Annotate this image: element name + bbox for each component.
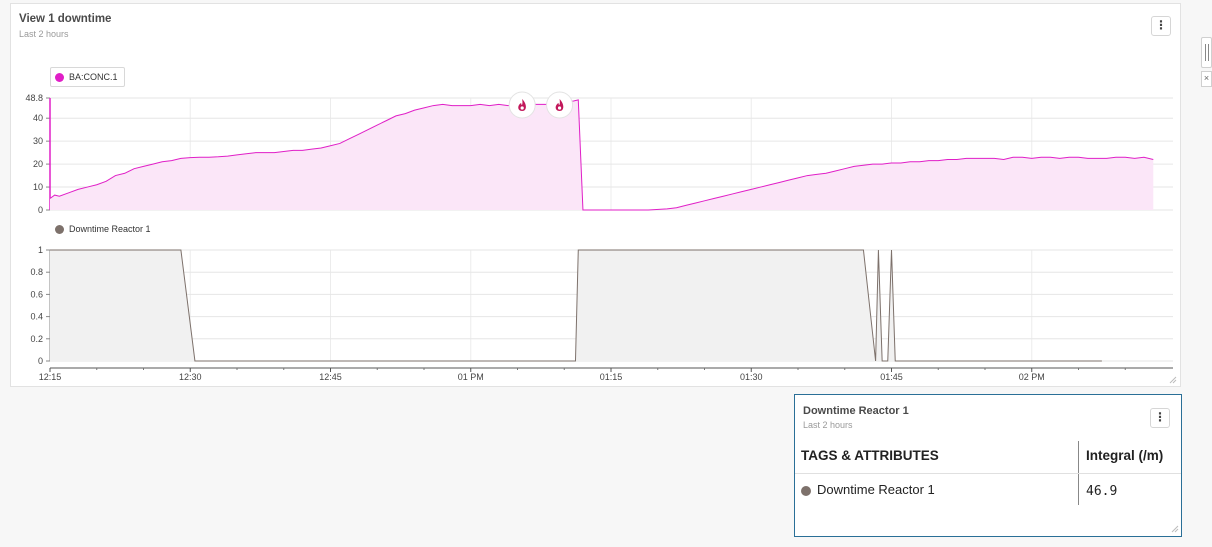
trend-chart[interactable]: 0 10 20 30 40 48.8 0 0.2 0.4 0.6 0.8 1 12:15 12:30 12:… — [11, 4, 1180, 386]
x-tick-label: 12:45 — [319, 372, 342, 382]
column-header-integral[interactable]: Integral (/m) — [1086, 448, 1163, 463]
trend-panel: View 1 downtime Last 2 hours ⋮ BA:CONC.1… — [10, 3, 1181, 387]
flame-icon-core — [557, 106, 562, 110]
y-tick-label: 0.4 — [30, 312, 43, 322]
x-tick-label: 01:45 — [880, 372, 903, 382]
series-color-dot — [801, 486, 811, 496]
x-tick-label: 12:15 — [39, 372, 62, 382]
y-tick-label: 0.8 — [30, 267, 43, 277]
y-tick-label: 0 — [38, 205, 43, 215]
close-icon[interactable]: × — [1201, 71, 1212, 87]
table-row-value: 46.9 — [1086, 484, 1118, 499]
resize-handle-icon[interactable] — [1171, 525, 1179, 533]
y-tick-label: 20 — [33, 159, 43, 169]
table-panel-subtitle: Last 2 hours — [803, 420, 853, 430]
y-tick-label: 30 — [33, 136, 43, 146]
row-divider — [795, 473, 1181, 474]
y-tick-label: 40 — [33, 113, 43, 123]
scroll-handle[interactable] — [1201, 37, 1212, 68]
flame-icon-core — [520, 106, 524, 110]
table-panel-title: Downtime Reactor 1 — [803, 405, 909, 417]
x-tick-label: 01:15 — [600, 372, 623, 382]
series-area-ba-conc — [50, 99, 1154, 210]
table-panel-menu-button[interactable]: ⋮ — [1150, 408, 1170, 428]
table-row-name[interactable]: Downtime Reactor 1 — [817, 482, 935, 497]
y-tick-label: 1 — [38, 245, 43, 255]
x-tick-label: 01:30 — [740, 372, 763, 382]
x-tick-label: 12:30 — [179, 372, 202, 382]
resize-handle-icon[interactable] — [1169, 376, 1177, 384]
x-tick-label: 01 PM — [458, 372, 484, 382]
table-panel: Downtime Reactor 1 Last 2 hours ⋮ TAGS &… — [794, 394, 1182, 537]
y-tick-label: 0.2 — [30, 334, 43, 344]
y-tick-label: 10 — [33, 182, 43, 192]
y-tick-label: 48.8 — [25, 93, 43, 103]
column-header-tags[interactable]: TAGS & ATTRIBUTES — [801, 448, 939, 463]
series-line-downtime — [50, 249, 1102, 362]
y-tick-label: 0 — [38, 356, 43, 366]
x-tick-label: 02 PM — [1019, 372, 1045, 382]
y-tick-label: 0.6 — [30, 289, 43, 299]
